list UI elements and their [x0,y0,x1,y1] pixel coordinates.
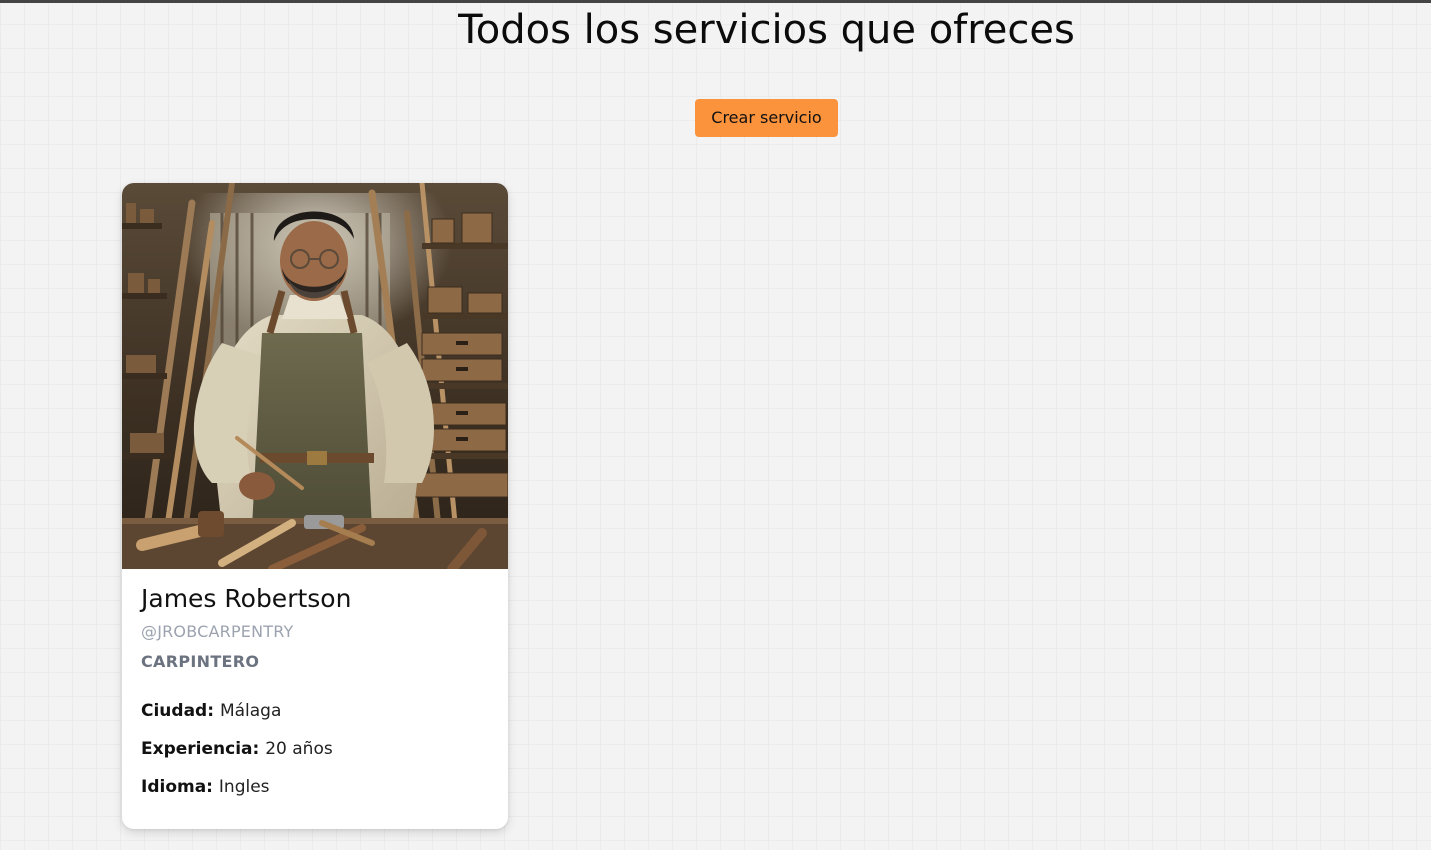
detail-city: Ciudad: Málaga [141,699,491,723]
detail-language-label: Idioma: [141,777,219,797]
detail-experience: Experiencia: 20 años [141,737,491,761]
page-title: Todos los servicios que ofreces [458,7,1075,53]
detail-experience-value: 20 años [265,739,333,759]
provider-name: James Robertson [141,584,352,613]
detail-city-label: Ciudad: [141,701,220,721]
service-card-body: James Robertson @JROBCARPENTRY CARPINTER… [141,583,491,799]
detail-experience-label: Experiencia: [141,739,266,759]
detail-language-value: Ingles [218,777,270,797]
detail-city-value: Málaga [219,701,282,721]
provider-profession: CARPINTERO [141,652,260,671]
carpenter-portrait-photo [122,183,508,569]
create-service-button[interactable]: Crear servicio [695,99,838,137]
detail-language: Idioma: Ingles [141,775,491,799]
service-card[interactable]: James Robertson @JROBCARPENTRY CARPINTER… [122,183,508,829]
top-border [0,0,1431,3]
provider-handle: @JROBCARPENTRY [141,622,294,641]
